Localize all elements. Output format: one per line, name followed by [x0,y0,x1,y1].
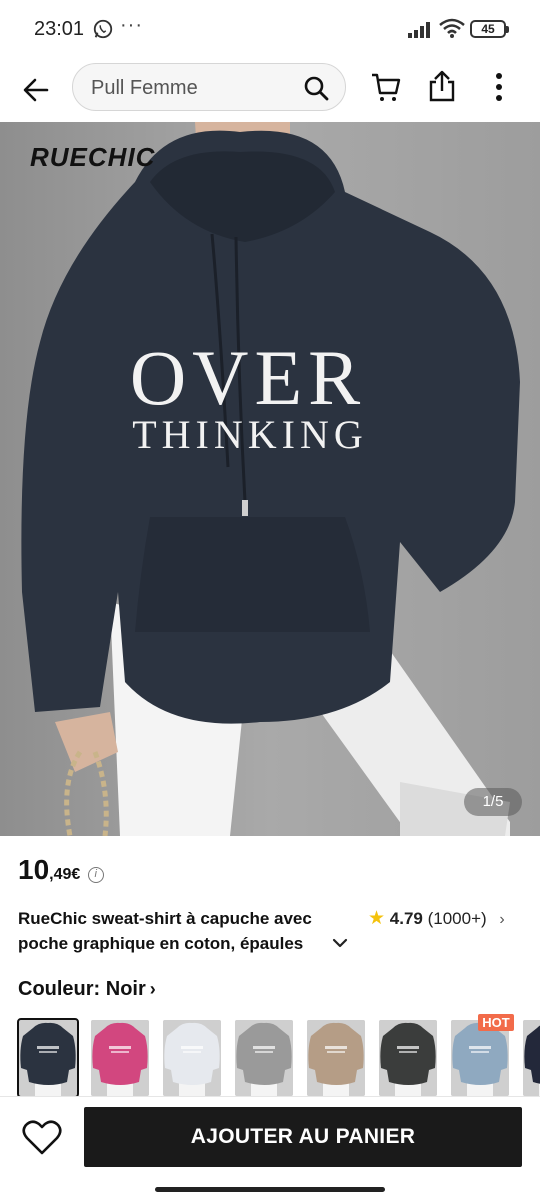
color-selector-label[interactable]: Couleur: Noir › [18,978,156,1001]
color-swatch[interactable] [379,1020,437,1096]
more-vertical-icon[interactable] [484,70,514,104]
color-swatch[interactable] [523,1020,540,1096]
swatch-thumbnail [19,1020,77,1096]
chevron-down-icon[interactable] [331,934,349,952]
color-swatch[interactable] [235,1020,293,1096]
share-icon[interactable] [426,69,458,103]
swatch-thumbnail [307,1020,365,1096]
heart-icon[interactable] [21,1117,63,1157]
hoodie-photo: OVER THINKING [0,122,540,836]
whatsapp-icon [93,19,113,39]
swatch-thumbnail [523,1020,540,1096]
price-cents: ,49€ [49,866,81,883]
status-bar: 23:01 ··· 45 [0,0,540,58]
price-info-icon[interactable]: i [87,867,104,883]
search-query: Pull Femme [91,77,198,99]
product-title[interactable]: RueChic sweat-shirt à capuche avec poche… [18,906,338,956]
back-arrow-icon[interactable] [18,72,54,108]
star-icon: ★ [368,908,386,929]
wifi-icon [439,18,465,38]
color-swatch[interactable] [17,1018,79,1098]
swatch-thumbnail [379,1020,437,1096]
status-time: 23:01 [34,18,85,40]
print-line-2: THINKING [132,412,368,457]
battery-icon: 45 [470,20,509,38]
swatch-thumbnail [235,1020,293,1096]
hot-badge: HOT [478,1014,514,1031]
color-swatch[interactable] [163,1020,221,1096]
cart-icon[interactable] [370,71,402,103]
color-swatch-list [0,1018,540,1098]
rating-score: 4.79 [389,909,423,928]
swatch-thumbnail [91,1020,149,1096]
bottom-action-bar: AJOUTER AU PANIER [0,1096,540,1200]
status-dots: ··· [120,14,143,36]
swatch-thumbnail [451,1020,509,1096]
rating-count: (1000+) [427,909,487,928]
top-header: Pull Femme [0,58,540,122]
print-line-1: OVER [130,334,366,421]
search-input[interactable]: Pull Femme [72,63,346,111]
swatch-thumbnail [163,1020,221,1096]
color-swatch[interactable] [451,1020,509,1096]
search-icon[interactable] [303,75,329,101]
signal-icon [408,22,430,38]
price: 10,49€ i [18,854,104,890]
image-counter: 1/5 [464,788,522,816]
color-label-text: Couleur: Noir [18,978,146,1000]
chevron-right-icon: › [499,911,505,928]
color-swatch[interactable] [307,1020,365,1096]
brand-logo: RUECHIC [30,142,156,172]
price-main: 10 [18,854,50,885]
home-indicator[interactable] [155,1187,385,1192]
rating-summary[interactable]: ★ 4.79 (1000+) › [368,907,505,931]
add-to-cart-button[interactable]: AJOUTER AU PANIER [84,1107,522,1167]
color-swatch[interactable] [91,1020,149,1096]
product-image[interactable]: OVER THINKING RUECHIC 1/5 [0,122,540,836]
chevron-right-icon: › [149,979,156,999]
